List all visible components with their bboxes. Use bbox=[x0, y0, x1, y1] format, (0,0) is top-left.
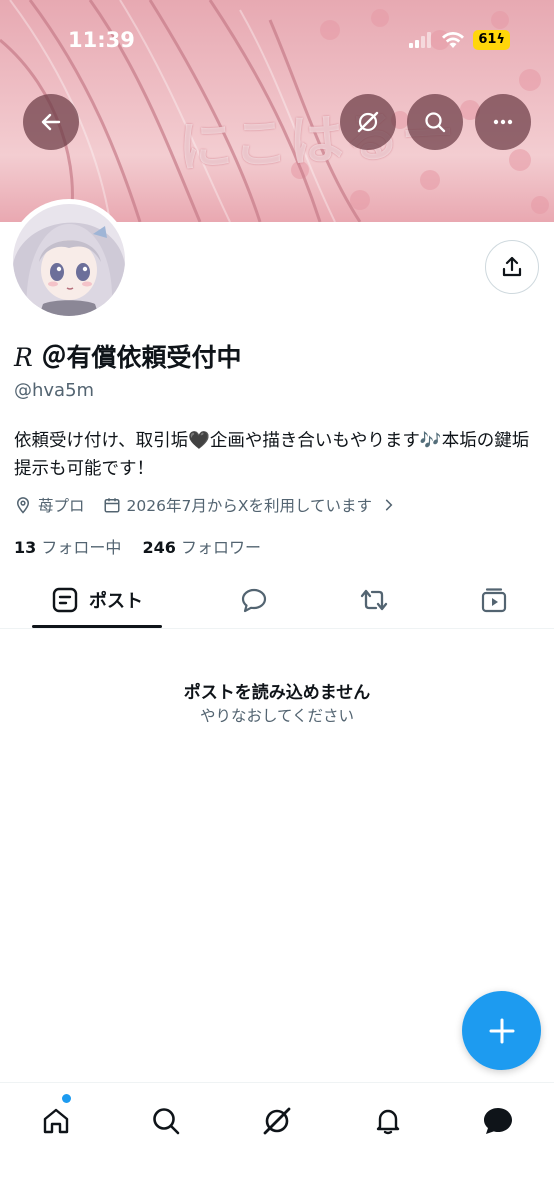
status-time: 11:39 bbox=[68, 28, 135, 52]
followers-count: 246 bbox=[142, 538, 176, 557]
nav-notifications[interactable] bbox=[368, 1101, 408, 1141]
home-icon bbox=[43, 1108, 69, 1134]
share-button[interactable] bbox=[485, 240, 539, 294]
following-count: 13 bbox=[14, 538, 37, 557]
reposts-icon bbox=[360, 589, 388, 611]
location-text: 苺プロ bbox=[38, 497, 85, 515]
wifi-icon bbox=[442, 31, 465, 48]
follow-stats: 13 フォロー中 246 フォロワー bbox=[14, 534, 261, 558]
posts-icon bbox=[52, 587, 78, 613]
location: 苺プロ bbox=[14, 494, 85, 516]
calendar-icon bbox=[104, 498, 120, 513]
profile-meta: 苺プロ 2026年7月からXを利用しています bbox=[14, 494, 396, 516]
profile-tabs: ポスト bbox=[0, 572, 554, 629]
retry-link[interactable]: やりなおしてください bbox=[0, 704, 554, 726]
tab-replies[interactable] bbox=[230, 572, 278, 628]
location-pin-icon bbox=[16, 497, 30, 514]
status-icons: 61ϟ bbox=[409, 30, 510, 50]
nav-grok[interactable] bbox=[257, 1101, 297, 1141]
notifications-icon bbox=[376, 1109, 400, 1135]
avatar-image bbox=[13, 204, 125, 316]
signal-icon bbox=[409, 32, 432, 48]
grok-icon bbox=[263, 1107, 291, 1135]
tab-posts-label: ポスト bbox=[89, 591, 143, 612]
battery-indicator: 61ϟ bbox=[473, 30, 510, 50]
home-notification-dot bbox=[62, 1094, 71, 1103]
followers-label: フォロワー bbox=[180, 538, 261, 557]
more-button[interactable] bbox=[475, 94, 531, 150]
followers-link[interactable]: 246 フォロワー bbox=[142, 538, 261, 557]
search-icon bbox=[153, 1108, 180, 1135]
nav-search[interactable] bbox=[146, 1101, 186, 1141]
avatar[interactable] bbox=[8, 199, 130, 321]
tab-media[interactable] bbox=[470, 572, 518, 628]
tab-reposts[interactable] bbox=[350, 572, 398, 628]
display-name-text: ＠有償依頼受付中 bbox=[41, 343, 242, 372]
more-icon bbox=[493, 119, 513, 125]
nav-messages[interactable] bbox=[478, 1101, 518, 1141]
plus-icon bbox=[489, 1018, 514, 1043]
display-name: R ＠有償依頼受付中 bbox=[14, 338, 242, 374]
arrow-left-icon bbox=[41, 113, 61, 131]
active-tab-indicator bbox=[32, 625, 162, 628]
error-title: ポストを読み込めません bbox=[183, 683, 371, 703]
join-date-text: 2026年7月からXを利用しています bbox=[126, 497, 372, 515]
display-name-prefix: R bbox=[14, 343, 33, 372]
share-icon bbox=[502, 256, 522, 277]
replies-icon bbox=[241, 588, 267, 613]
join-date[interactable]: 2026年7月からXを利用しています bbox=[103, 494, 396, 516]
compose-button[interactable] bbox=[462, 991, 541, 1070]
nav-home[interactable] bbox=[36, 1101, 76, 1141]
chevron-right-icon bbox=[385, 499, 393, 511]
search-button[interactable] bbox=[407, 94, 463, 150]
following-label: フォロー中 bbox=[41, 538, 122, 557]
profile-bio: 依頼受け付け、取引垢🖤企画や描き合いもやります🎶本垢の鍵垢提示も可能です！ bbox=[14, 431, 530, 479]
bottom-navigation bbox=[0, 1082, 554, 1201]
following-link[interactable]: 13 フォロー中 bbox=[14, 538, 121, 557]
tab-posts[interactable]: ポスト bbox=[32, 572, 162, 628]
user-handle: @hva5m bbox=[14, 380, 95, 401]
back-button[interactable] bbox=[23, 94, 79, 150]
media-icon bbox=[481, 588, 507, 613]
charging-icon: ϟ bbox=[496, 32, 505, 47]
grok-icon bbox=[357, 111, 379, 133]
messages-icon bbox=[484, 1108, 512, 1134]
grok-button[interactable] bbox=[340, 94, 396, 150]
battery-level: 61 bbox=[478, 32, 497, 47]
search-icon bbox=[425, 112, 446, 133]
